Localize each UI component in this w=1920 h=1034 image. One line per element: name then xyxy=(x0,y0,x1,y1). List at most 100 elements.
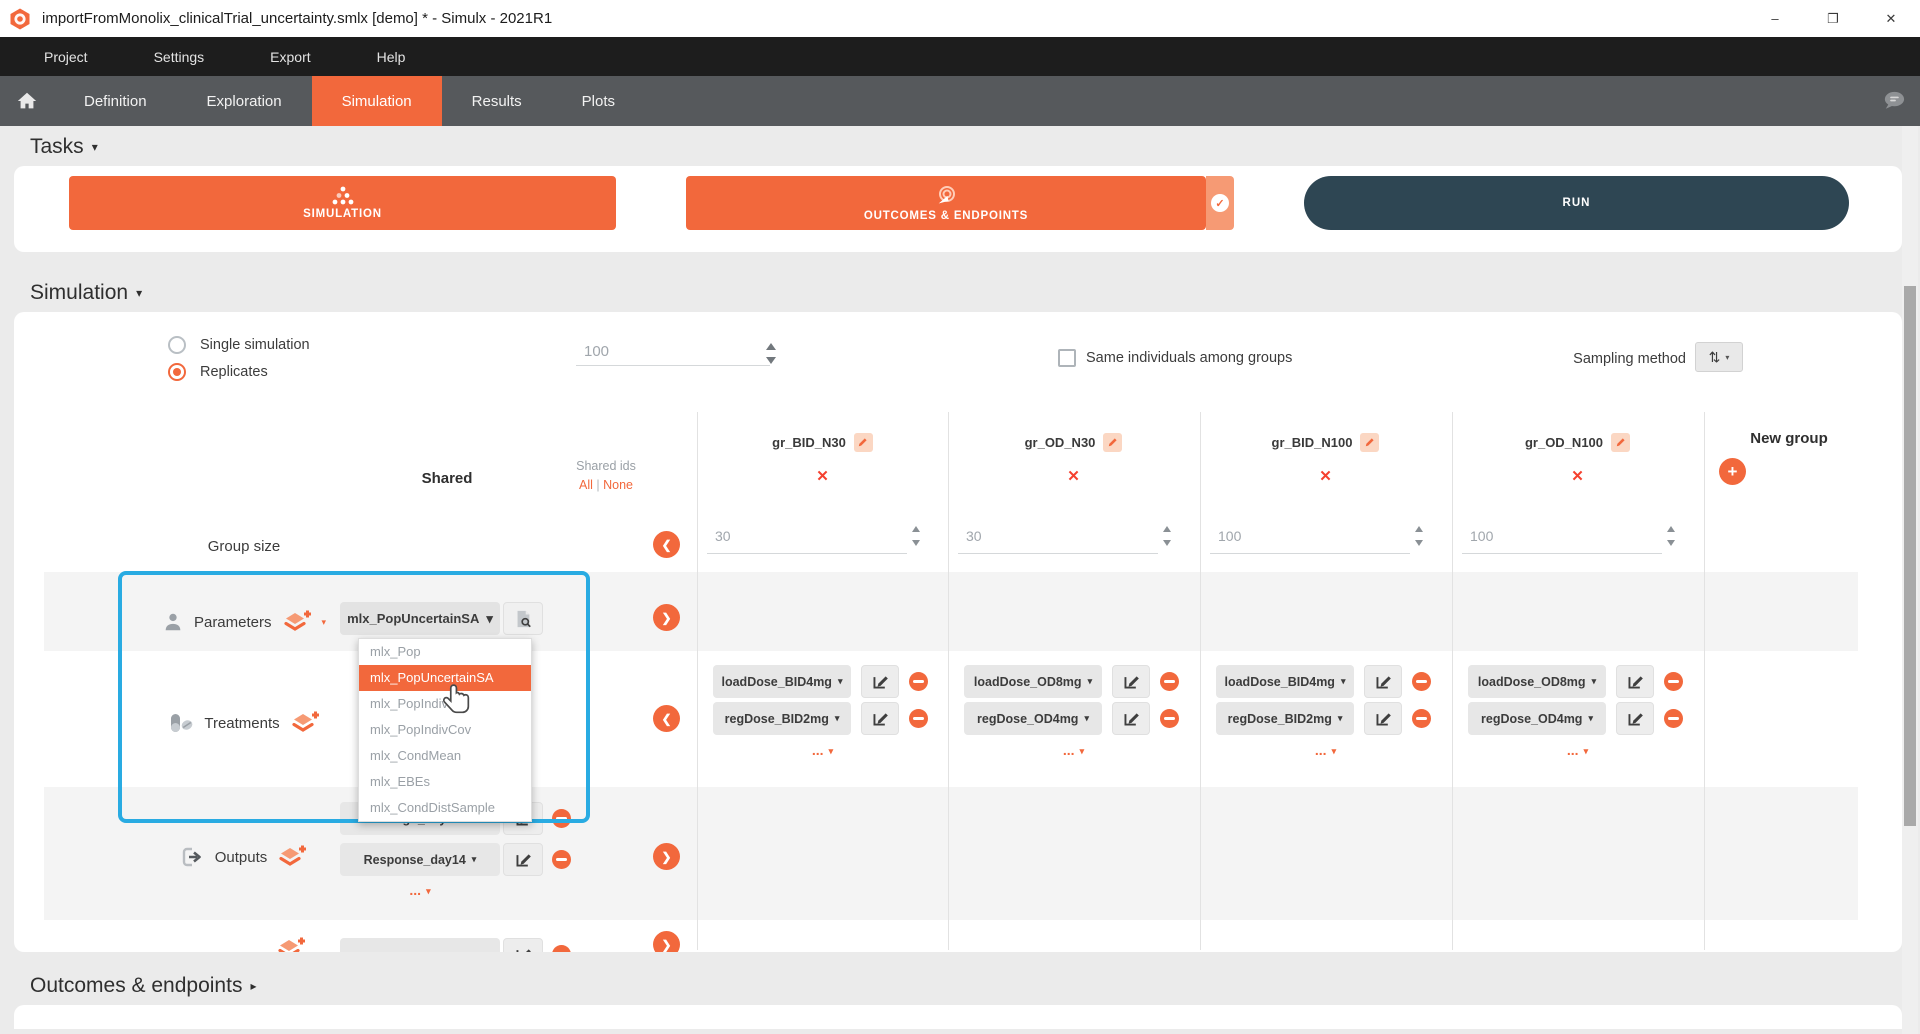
outcomes-section-title[interactable]: Outcomes & endpoints ▸ xyxy=(30,974,256,998)
rename-group-button[interactable] xyxy=(1611,433,1630,452)
rename-group-button[interactable] xyxy=(1360,433,1379,452)
treatment-dropdown[interactable]: regDose_BID2mg▾ xyxy=(1216,702,1354,735)
add-layer-icon[interactable] xyxy=(276,936,306,952)
caret-down-icon[interactable]: ▾ xyxy=(322,617,327,628)
treatment-dropdown[interactable]: loadDose_OD8mg▾ xyxy=(1468,665,1606,698)
dropdown-option[interactable]: mlx_PopIndivCov xyxy=(359,717,531,743)
remove-button[interactable] xyxy=(1664,709,1683,728)
share-right-chevron-button[interactable]: ❯ xyxy=(653,604,680,631)
edit-button[interactable] xyxy=(1112,702,1150,735)
more-treatments-button[interactable]: ...▾ xyxy=(948,742,1199,758)
feedback-button[interactable] xyxy=(1881,89,1906,118)
edit-button[interactable] xyxy=(861,665,899,698)
remove-button[interactable] xyxy=(1160,672,1179,691)
shared-output-button[interactable]: Response_day14 ▾ xyxy=(340,843,500,876)
share-left-chevron-button[interactable]: ❮ xyxy=(653,705,680,732)
size-increment-arrow[interactable] xyxy=(912,526,920,532)
scrollbar-thumb[interactable] xyxy=(1904,286,1916,826)
close-button[interactable]: ✕ xyxy=(1862,0,1920,37)
treatment-dropdown[interactable]: loadDose_BID4mg▾ xyxy=(1216,665,1354,698)
size-increment-arrow[interactable] xyxy=(1667,526,1675,532)
outcomes-task-button[interactable]: OUTCOMES & ENDPOINTS xyxy=(686,176,1206,230)
single-simulation-radio[interactable] xyxy=(168,336,186,354)
remove-button[interactable] xyxy=(552,809,571,828)
menu-project[interactable]: Project xyxy=(44,49,88,65)
replicates-decrement-arrow[interactable] xyxy=(766,357,776,364)
size-decrement-arrow[interactable] xyxy=(912,540,920,546)
edit-button[interactable] xyxy=(1364,702,1402,735)
tab-definition[interactable]: Definition xyxy=(54,76,177,126)
size-decrement-arrow[interactable] xyxy=(1667,540,1675,546)
edit-button[interactable] xyxy=(1616,665,1654,698)
more-outputs-button[interactable]: ... ▾ xyxy=(340,882,500,898)
edit-button[interactable] xyxy=(503,938,543,952)
delete-group-button[interactable]: ✕ xyxy=(1200,467,1451,485)
menu-help[interactable]: Help xyxy=(377,49,406,65)
treatment-dropdown[interactable]: regDose_BID2mg▾ xyxy=(713,702,851,735)
size-decrement-arrow[interactable] xyxy=(1163,540,1171,546)
sampling-method-dropdown[interactable]: ⇅ ▾ xyxy=(1695,342,1743,372)
delete-group-button[interactable]: ✕ xyxy=(948,467,1199,485)
add-layer-icon[interactable] xyxy=(277,844,307,870)
treatment-dropdown[interactable]: regDose_OD4mg▾ xyxy=(1468,702,1606,735)
dropdown-option[interactable]: mlx_EBEs xyxy=(359,769,531,795)
minimize-button[interactable]: – xyxy=(1746,0,1804,37)
group-size-input[interactable]: 100 xyxy=(1218,528,1241,544)
tasks-section-title[interactable]: Tasks ▾ xyxy=(30,135,98,159)
maximize-button[interactable]: ❐ xyxy=(1804,0,1862,37)
remove-button[interactable] xyxy=(552,945,571,952)
more-treatments-button[interactable]: ...▾ xyxy=(1452,742,1703,758)
share-left-chevron-button[interactable]: ❮ xyxy=(653,531,680,558)
rename-group-button[interactable] xyxy=(1103,433,1122,452)
group-size-input[interactable]: 100 xyxy=(1470,528,1493,544)
treatment-dropdown[interactable]: regDose_OD4mg▾ xyxy=(964,702,1102,735)
share-right-chevron-button[interactable]: ❯ xyxy=(653,843,680,870)
run-button[interactable]: RUN xyxy=(1304,176,1849,230)
vertical-scrollbar[interactable] xyxy=(1902,126,1918,1034)
remove-button[interactable] xyxy=(1664,672,1683,691)
treatment-dropdown[interactable]: loadDose_BID4mg▾ xyxy=(713,665,851,698)
simulation-section-title[interactable]: Simulation ▾ xyxy=(30,281,142,305)
home-button[interactable] xyxy=(0,76,54,126)
clipped-row-button[interactable] xyxy=(340,938,500,952)
delete-group-button[interactable]: ✕ xyxy=(1452,467,1703,485)
group-size-input[interactable]: 30 xyxy=(715,528,731,544)
tab-results[interactable]: Results xyxy=(442,76,552,126)
remove-button[interactable] xyxy=(909,672,928,691)
edit-button[interactable] xyxy=(1364,665,1402,698)
dropdown-option[interactable]: mlx_Pop xyxy=(359,639,531,665)
all-link[interactable]: All xyxy=(579,478,593,492)
add-group-button[interactable]: + xyxy=(1719,458,1746,485)
menu-export[interactable]: Export xyxy=(270,49,310,65)
tab-simulation[interactable]: Simulation xyxy=(312,76,442,126)
more-treatments-button[interactable]: ...▾ xyxy=(697,742,948,758)
remove-button[interactable] xyxy=(909,709,928,728)
tab-plots[interactable]: Plots xyxy=(552,76,645,126)
edit-button[interactable] xyxy=(503,843,543,876)
replicates-count-input[interactable]: 100 xyxy=(576,340,770,366)
remove-button[interactable] xyxy=(1412,672,1431,691)
dropdown-option[interactable]: mlx_CondDistSample xyxy=(359,795,531,821)
tab-exploration[interactable]: Exploration xyxy=(177,76,312,126)
treatment-dropdown[interactable]: loadDose_OD8mg▾ xyxy=(964,665,1102,698)
inspect-parameters-button[interactable] xyxy=(503,602,543,635)
replicates-increment-arrow[interactable] xyxy=(766,343,776,350)
remove-button[interactable] xyxy=(1412,709,1431,728)
add-layer-icon[interactable] xyxy=(290,710,320,736)
none-link[interactable]: None xyxy=(603,478,633,492)
size-increment-arrow[interactable] xyxy=(1415,526,1423,532)
menu-settings[interactable]: Settings xyxy=(154,49,205,65)
edit-button[interactable] xyxy=(1616,702,1654,735)
edit-button[interactable] xyxy=(1112,665,1150,698)
remove-button[interactable] xyxy=(552,850,571,869)
dropdown-option[interactable]: mlx_CondMean xyxy=(359,743,531,769)
share-right-chevron-button[interactable]: ❯ xyxy=(653,931,680,952)
delete-group-button[interactable]: ✕ xyxy=(697,467,948,485)
same-individuals-checkbox[interactable] xyxy=(1058,349,1076,367)
group-size-input[interactable]: 30 xyxy=(966,528,982,544)
size-increment-arrow[interactable] xyxy=(1163,526,1171,532)
size-decrement-arrow[interactable] xyxy=(1415,540,1423,546)
replicates-radio[interactable] xyxy=(168,363,186,381)
edit-button[interactable] xyxy=(861,702,899,735)
rename-group-button[interactable] xyxy=(854,433,873,452)
